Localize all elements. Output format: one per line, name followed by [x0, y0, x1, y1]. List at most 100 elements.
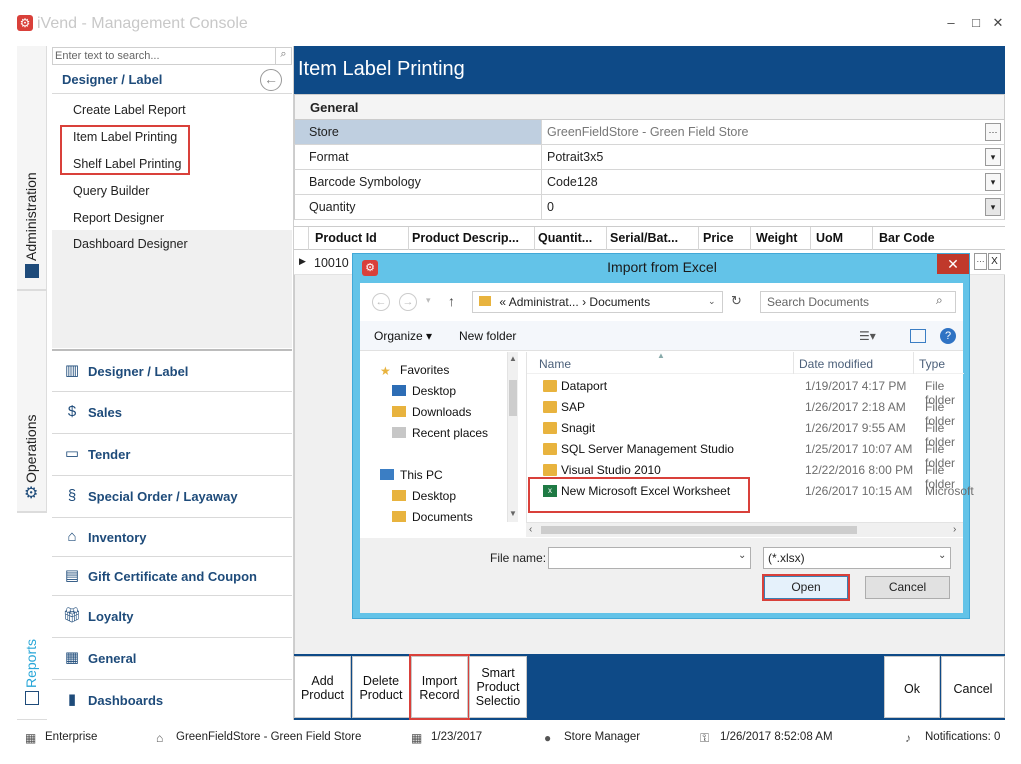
tree-item-pc-desktop[interactable]: Desktop: [392, 489, 456, 503]
address-segment-documents[interactable]: Documents: [589, 295, 650, 309]
sub-item-report-designer[interactable]: Report Designer: [73, 211, 164, 225]
nav-search-input[interactable]: Enter text to search...: [52, 47, 292, 65]
col-date-modified[interactable]: Date modified: [799, 357, 873, 371]
module-dashboards[interactable]: ▮ Dashboards: [52, 679, 292, 720]
col-bar-code[interactable]: Bar Code: [879, 231, 935, 245]
file-list-scrollbar[interactable]: ‹ ›: [526, 522, 963, 537]
add-product-label-2: Product: [300, 688, 345, 702]
module-loyalty[interactable]: 🎁︎ Loyalty: [52, 595, 292, 637]
col-serial-batch[interactable]: Serial/Bat...: [610, 231, 678, 245]
back-arrow-icon[interactable]: ←: [260, 69, 282, 91]
col-price[interactable]: Price: [703, 231, 734, 245]
address-dropdown-icon[interactable]: ⌄: [708, 296, 716, 307]
folder-icon: [543, 380, 557, 392]
dialog-cancel-button[interactable]: Cancel: [865, 576, 950, 599]
ok-button[interactable]: Ok: [884, 656, 940, 718]
view-options-icon[interactable]: ☰▾: [859, 329, 876, 343]
scroll-right-icon[interactable]: ›: [953, 524, 956, 535]
col-quantity[interactable]: Quantit...: [538, 231, 592, 245]
close-window-button[interactable]: ✕: [989, 14, 1007, 32]
col-weight[interactable]: Weight: [756, 231, 797, 245]
module-label: Sales: [88, 405, 122, 420]
quantity-field[interactable]: 0: [547, 200, 554, 214]
sub-item-create-label-report[interactable]: Create Label Report: [73, 103, 186, 117]
col-name[interactable]: Name: [539, 357, 571, 371]
preview-pane-icon[interactable]: [910, 329, 926, 343]
help-icon[interactable]: ?: [940, 328, 956, 344]
dialog-close-button[interactable]: ✕: [937, 254, 969, 274]
module-tender[interactable]: ▭ Tender: [52, 433, 292, 475]
search-icon[interactable]: ⌕: [936, 293, 943, 308]
col-product-description[interactable]: Product Descrip...: [412, 231, 519, 245]
maximize-button[interactable]: □: [967, 14, 985, 32]
cancel-button[interactable]: Cancel: [941, 656, 1005, 718]
module-sales[interactable]: $ Sales: [52, 391, 292, 433]
tab-operations[interactable]: Operations ⚙: [17, 290, 47, 512]
sub-item-query-builder[interactable]: Query Builder: [73, 184, 149, 198]
status-enterprise-label: Enterprise: [45, 731, 98, 743]
tree-item-this-pc[interactable]: This PC: [380, 468, 443, 482]
scroll-left-icon[interactable]: ‹: [529, 524, 532, 535]
scroll-down-icon[interactable]: ▼: [509, 509, 517, 518]
back-arrow-icon[interactable]: ←: [372, 293, 390, 311]
tree-item-recent-places[interactable]: Recent places: [392, 426, 488, 440]
tree-item-documents[interactable]: Documents: [392, 510, 473, 522]
col-type[interactable]: Type: [919, 357, 945, 371]
barcode-select[interactable]: Code128: [547, 175, 598, 189]
scroll-thumb[interactable]: [541, 526, 857, 534]
list-item[interactable]: Visual Studio 2010 12/22/2016 8:00 PM File…: [527, 460, 964, 491]
search-icon[interactable]: ⌕: [275, 48, 291, 64]
status-notifications[interactable]: ♪ Notifications: 0: [905, 731, 1000, 745]
module-general[interactable]: ▦ General: [52, 637, 292, 679]
tree-item-favorites[interactable]: ★ Favorites: [380, 363, 449, 378]
import-record-button[interactable]: Import Record: [409, 654, 470, 720]
module-gift-certificate-coupon[interactable]: ▤ Gift Certificate and Coupon: [52, 556, 292, 595]
new-folder-button[interactable]: New folder: [459, 329, 516, 343]
tab-administration[interactable]: Administration: [17, 46, 47, 290]
refresh-icon[interactable]: ↻: [731, 293, 742, 309]
tree-item-downloads[interactable]: Downloads: [392, 405, 471, 419]
list-item[interactable]: SAP 1/26/2017 2:18 AM File folder: [527, 397, 964, 428]
gift-icon: 🎁︎: [62, 607, 82, 624]
forward-arrow-icon[interactable]: →: [399, 293, 417, 311]
list-item[interactable]: Snagit 1/26/2017 9:55 AM File folder: [527, 418, 964, 449]
module-special-order-layaway[interactable]: § Special Order / Layaway: [52, 475, 292, 517]
minimize-button[interactable]: –: [942, 14, 960, 32]
scroll-up-icon[interactable]: ▲: [509, 354, 517, 363]
module-inventory[interactable]: ⌂ Inventory: [52, 517, 292, 556]
smart-product-selection-button[interactable]: Smart Product Selectio: [469, 656, 527, 718]
tree-scrollbar[interactable]: ▲ ▼: [507, 352, 518, 522]
scroll-thumb[interactable]: [509, 380, 517, 416]
delete-product-button[interactable]: Delete Product: [352, 656, 410, 718]
store-browse-button[interactable]: ···: [985, 123, 1001, 141]
list-item[interactable]: Dataport 1/19/2017 4:17 PM File folder: [527, 376, 964, 407]
organize-menu[interactable]: Organize ▾: [374, 329, 432, 343]
format-select[interactable]: Potrait3x5: [547, 150, 603, 164]
add-product-button[interactable]: Add Product: [294, 656, 351, 718]
address-bar[interactable]: « Administrat... › Documents: [472, 291, 723, 313]
sub-item-dashboard-designer[interactable]: Dashboard Designer: [73, 237, 188, 251]
dialog-toolbar: Organize ▾ New folder ☰▾ ?: [360, 321, 963, 351]
col-product-id[interactable]: Product Id: [315, 231, 377, 245]
tab-reports[interactable]: Reports: [17, 512, 47, 720]
store-field[interactable]: GreenFieldStore - Green Field Store: [547, 125, 748, 139]
module-designer-label[interactable]: ▥ Designer / Label: [52, 349, 292, 391]
chevron-down-icon[interactable]: ▾: [985, 198, 1001, 216]
file-name-input[interactable]: [548, 547, 751, 569]
dialog-search-input[interactable]: Search Documents: [760, 291, 956, 313]
tree-item-desktop[interactable]: Desktop: [392, 384, 456, 398]
row-more-button[interactable]: ···: [974, 253, 987, 270]
chevron-down-icon[interactable]: ⌄: [738, 550, 746, 561]
sales-icon: $: [67, 403, 77, 420]
chevron-down-icon[interactable]: ⌄: [938, 550, 946, 561]
list-item[interactable]: SQL Server Management Studio 1/25/2017 10…: [527, 439, 964, 470]
chevron-down-icon[interactable]: ▾: [985, 148, 1001, 166]
col-uom[interactable]: UoM: [816, 231, 843, 245]
address-segment-administrator[interactable]: Administrat...: [509, 295, 579, 309]
row-delete-button[interactable]: X: [988, 253, 1001, 270]
file-type-filter[interactable]: (*.xlsx): [763, 547, 951, 569]
up-arrow-icon[interactable]: ↑: [448, 293, 455, 309]
open-button[interactable]: Open: [762, 574, 850, 601]
recent-chevron-icon[interactable]: ▾: [426, 295, 431, 306]
chevron-down-icon[interactable]: ▾: [985, 173, 1001, 191]
